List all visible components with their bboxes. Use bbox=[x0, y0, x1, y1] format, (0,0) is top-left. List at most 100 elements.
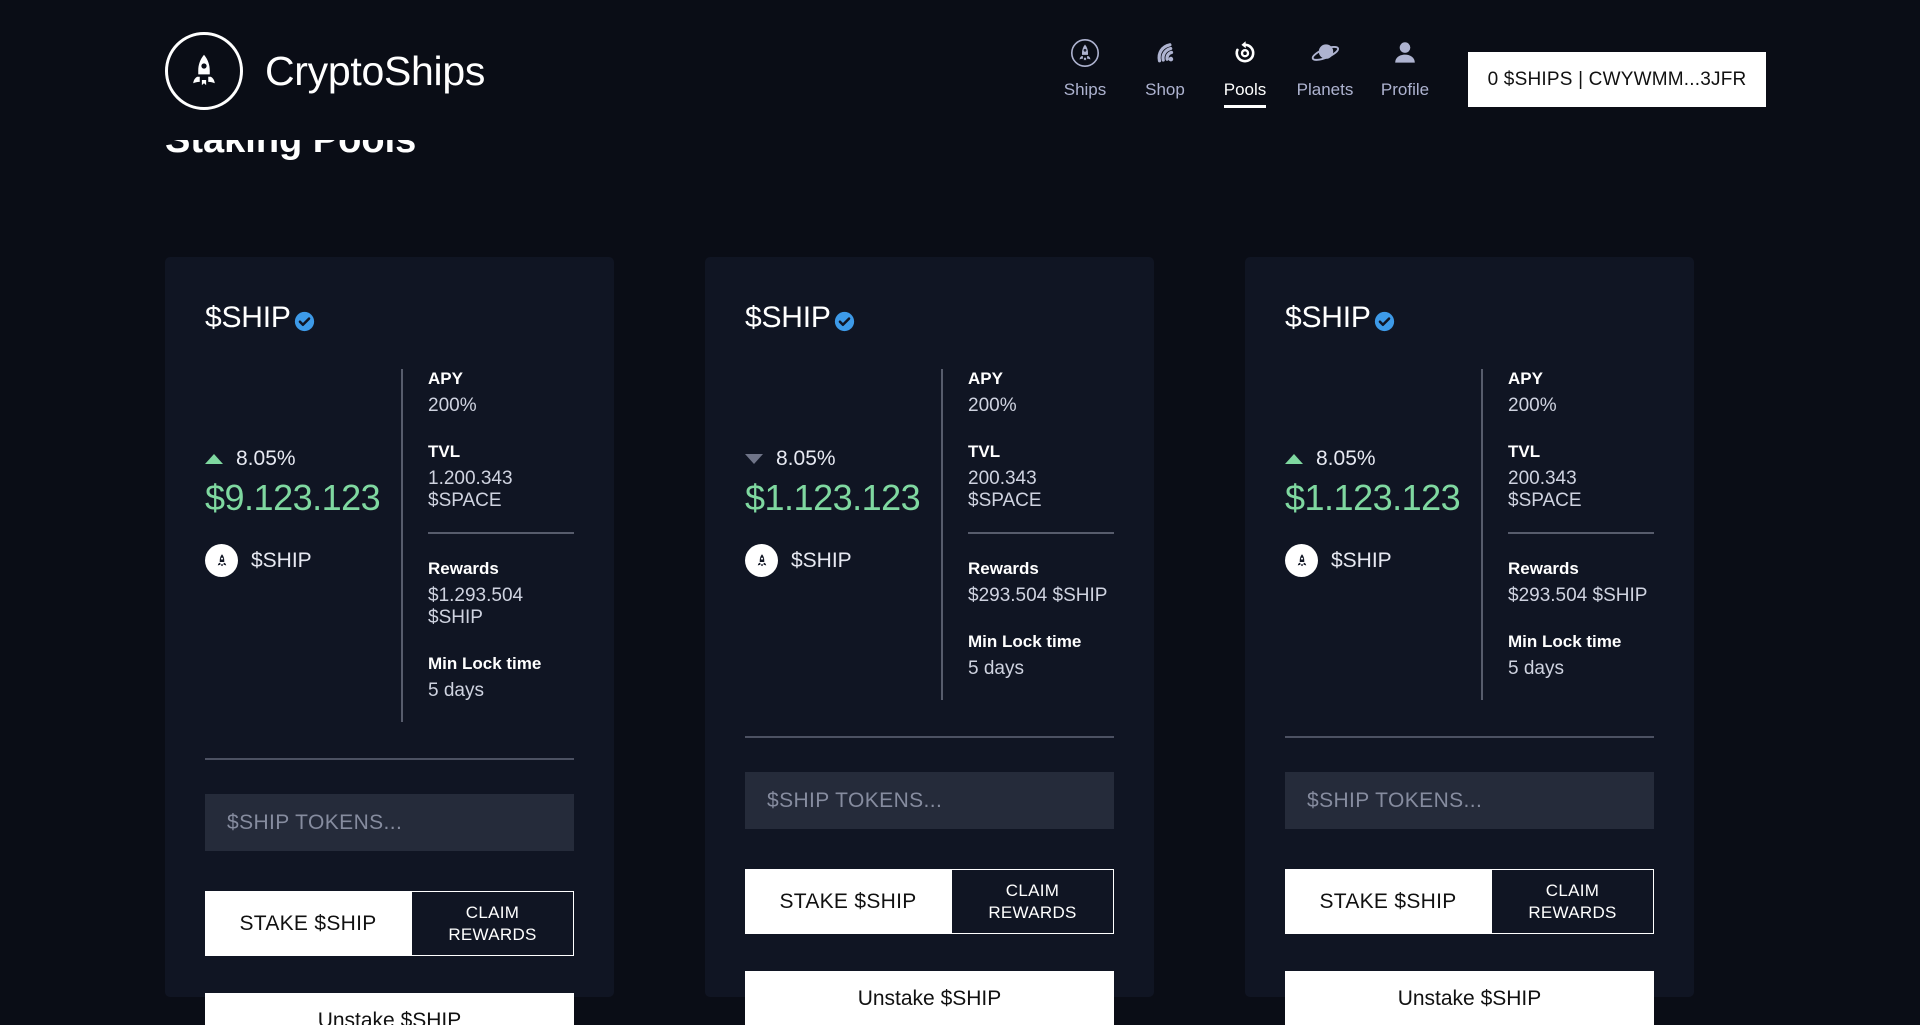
stake-button[interactable]: STAKE $SHIP bbox=[1285, 869, 1491, 934]
pool-token-name: $SHIP bbox=[205, 301, 291, 334]
pool-tvl-value: 1.200.343 $SPACE bbox=[428, 468, 513, 511]
stake-button[interactable]: STAKE $SHIP bbox=[205, 891, 411, 956]
pool-change-row: 8.05% bbox=[745, 447, 941, 471]
pool-apy-label: APY bbox=[428, 369, 463, 388]
rocket-circle-icon bbox=[165, 32, 243, 110]
pool-stats-column: APY 200% TVL 200.343 $SPACE Rewards $293… bbox=[1481, 369, 1654, 700]
pool-rewards-label: Rewards bbox=[1508, 559, 1579, 578]
trend-up-icon bbox=[1285, 454, 1303, 464]
pool-change-value: 8.05% bbox=[236, 447, 296, 470]
card-divider bbox=[745, 736, 1114, 738]
pool-stats-column: APY 200% TVL 1.200.343 $SPACE Rewards $1… bbox=[401, 369, 574, 722]
pool-rewards-value: $293.504 $SHIP bbox=[968, 585, 1108, 606]
card-divider bbox=[1285, 736, 1654, 738]
unstake-button[interactable]: Unstake $SHIP bbox=[1285, 971, 1654, 1025]
pool-tvl-label: TVL bbox=[968, 442, 1001, 461]
nav-label-ships: Ships bbox=[1063, 80, 1107, 99]
pool-apy-stat: APY 200% bbox=[428, 369, 574, 417]
brand-logo-group[interactable]: CryptoShips bbox=[165, 32, 485, 110]
pool-price-column: 8.05% $1.123.123 $SHIP bbox=[745, 369, 941, 700]
pool-token-row: $SHIP bbox=[745, 544, 941, 578]
pool-token-name: $SHIP bbox=[745, 301, 831, 334]
nav-item-shop[interactable]: Shop bbox=[1125, 36, 1205, 108]
card-divider bbox=[205, 758, 574, 760]
main-nav: Ships Shop Pools Planets Profile bbox=[1045, 36, 1445, 108]
claim-rewards-button[interactable]: CLAIM REWARDS bbox=[1491, 869, 1654, 934]
pool-change-row: 8.05% bbox=[1285, 447, 1481, 471]
claim-rewards-button[interactable]: CLAIM REWARDS bbox=[411, 891, 574, 956]
claim-button-line1: CLAIM bbox=[465, 903, 520, 923]
unstake-button[interactable]: Unstake $SHIP bbox=[205, 993, 574, 1025]
pool-title-row: $SHIP bbox=[205, 301, 574, 335]
pool-minlock-stat: Min Lock time 5 days bbox=[1508, 632, 1654, 680]
pool-apy-stat: APY 200% bbox=[1508, 369, 1654, 417]
pool-apy-value: 200% bbox=[1508, 395, 1557, 416]
pool-apy-value: 200% bbox=[428, 395, 477, 416]
rocket-circle-icon bbox=[205, 544, 238, 578]
stake-amount-input[interactable] bbox=[205, 794, 574, 851]
stake-button[interactable]: STAKE $SHIP bbox=[745, 869, 951, 934]
nav-item-ships[interactable]: Ships bbox=[1045, 36, 1125, 108]
pool-token-row: $SHIP bbox=[205, 544, 401, 578]
claim-button-line2: REWARDS bbox=[448, 924, 537, 944]
pool-token-row: $SHIP bbox=[1285, 544, 1481, 578]
pool-title-row: $SHIP bbox=[745, 301, 1114, 335]
pool-rewards-value: $293.504 $SHIP bbox=[1508, 585, 1648, 606]
pool-tvl-label: TVL bbox=[428, 442, 461, 461]
pool-action-row: STAKE $SHIP CLAIM REWARDS bbox=[745, 869, 1114, 934]
pool-tvl-value: 200.343 $SPACE bbox=[1508, 468, 1582, 511]
pool-rewards-label: Rewards bbox=[428, 559, 499, 578]
stake-amount-input[interactable] bbox=[745, 772, 1114, 829]
claim-rewards-button[interactable]: CLAIM REWARDS bbox=[951, 869, 1114, 934]
pool-minlock-label: Min Lock time bbox=[1508, 632, 1622, 651]
pool-rewards-stat: Rewards $293.504 $SHIP bbox=[1508, 559, 1654, 607]
unstake-button[interactable]: Unstake $SHIP bbox=[745, 971, 1114, 1025]
verified-check-badge-icon bbox=[834, 311, 854, 332]
pool-action-row: STAKE $SHIP CLAIM REWARDS bbox=[205, 891, 574, 956]
pool-token-label: $SHIP bbox=[791, 548, 852, 572]
pool-price-column: 8.05% $1.123.123 $SHIP bbox=[1285, 369, 1481, 700]
staking-pool-list: $SHIP 8.05% $9.123.123 $SHIP APY 200% TV… bbox=[165, 257, 1694, 1025]
nav-label-planets: Planets bbox=[1296, 80, 1354, 99]
claim-button-line1: CLAIM bbox=[1005, 881, 1060, 901]
pool-minlock-label: Min Lock time bbox=[428, 654, 542, 673]
pool-price: $1.123.123 bbox=[745, 477, 921, 518]
pool-stats-bottom: Rewards $293.504 $SHIP Min Lock time 5 d… bbox=[1508, 532, 1654, 700]
trend-down-icon bbox=[745, 454, 763, 464]
pool-stats-bottom: Rewards $293.504 $SHIP Min Lock time 5 d… bbox=[968, 532, 1114, 700]
pool-minlock-stat: Min Lock time 5 days bbox=[428, 654, 574, 702]
nav-item-planets[interactable]: Planets bbox=[1285, 36, 1365, 108]
pool-tvl-label: TVL bbox=[1508, 442, 1541, 461]
pool-minlock-label: Min Lock time bbox=[968, 632, 1082, 651]
nav-item-pools[interactable]: Pools bbox=[1205, 36, 1285, 108]
pool-apy-label: APY bbox=[968, 369, 1003, 388]
nav-item-profile[interactable]: Profile bbox=[1365, 36, 1445, 108]
pool-apy-value: 200% bbox=[968, 395, 1017, 416]
person-avatar-icon bbox=[1389, 36, 1421, 70]
pool-token-label: $SHIP bbox=[1331, 548, 1392, 572]
pool-token-name: $SHIP bbox=[1285, 301, 1371, 334]
pool-minlock-value: 5 days bbox=[1508, 658, 1564, 679]
staking-pool-card: $SHIP 8.05% $1.123.123 $SHIP APY 200% TV… bbox=[705, 257, 1154, 1025]
stake-amount-input[interactable] bbox=[1285, 772, 1654, 829]
pool-stats-top: APY 200% TVL 200.343 $SPACE bbox=[1508, 369, 1654, 532]
wallet-address-button[interactable]: 0 $SHIPS | CWYWMM...3JFR bbox=[1468, 52, 1766, 107]
pool-change-row: 8.05% bbox=[205, 447, 401, 471]
pool-rewards-label: Rewards bbox=[968, 559, 1039, 578]
pool-price: $1.123.123 bbox=[1285, 477, 1461, 518]
pool-action-row: STAKE $SHIP CLAIM REWARDS bbox=[1285, 869, 1654, 934]
claim-button-line2: REWARDS bbox=[988, 902, 1077, 922]
pool-price-column: 8.05% $9.123.123 $SHIP bbox=[205, 369, 401, 722]
claim-button-line1: CLAIM bbox=[1545, 881, 1600, 901]
planet-saturn-icon bbox=[1309, 36, 1341, 70]
pool-rewards-stat: Rewards $1.293.504 $SHIP bbox=[428, 559, 574, 629]
nav-label-pools: Pools bbox=[1223, 81, 1267, 108]
staking-pool-card: $SHIP 8.05% $9.123.123 $SHIP APY 200% TV… bbox=[165, 257, 614, 1025]
pool-body: 8.05% $1.123.123 $SHIP APY 200% TVL 200.… bbox=[745, 369, 1114, 700]
pool-price: $9.123.123 bbox=[205, 477, 381, 518]
signal-wifi-icon bbox=[1149, 36, 1181, 70]
pool-tvl-value: 200.343 $SPACE bbox=[968, 468, 1042, 511]
pool-body: 8.05% $9.123.123 $SHIP APY 200% TVL 1.20… bbox=[205, 369, 574, 722]
pool-minlock-value: 5 days bbox=[428, 680, 484, 701]
pool-change-value: 8.05% bbox=[1316, 447, 1376, 470]
